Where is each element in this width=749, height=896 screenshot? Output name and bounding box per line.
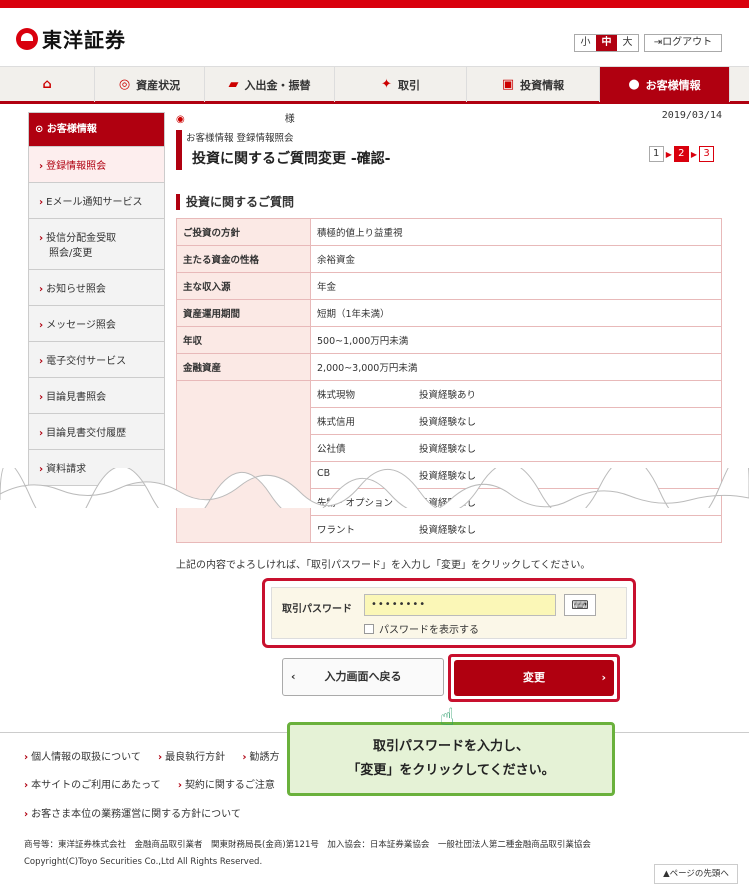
password-panel: 取引パスワード •••••••• ⌨ パスワードを表示する — [271, 587, 627, 639]
font-size-large[interactable]: 大 — [617, 35, 638, 51]
breadcrumb: お客様情報 登録情報照会 — [186, 133, 294, 144]
step-2: 2 — [673, 146, 689, 162]
logo-text: 東洋証券 — [42, 28, 126, 52]
nav-label: 入出金・振替 — [244, 78, 311, 92]
table-row: 株式現物 投資経験あり — [176, 380, 722, 543]
submit-button[interactable]: 変更 › — [454, 660, 614, 696]
chevron-right-icon: › — [601, 671, 606, 684]
nav-label: お客様情報 — [645, 78, 701, 92]
nav-label: 資産状況 — [136, 78, 181, 92]
nav-label: 投資情報 — [520, 78, 565, 92]
password-label: 取引パスワード — [282, 604, 352, 615]
keyboard-icon[interactable]: ⌨ — [564, 594, 596, 616]
sidebar-item-prospectus[interactable]: › 目論見書照会 — [29, 377, 164, 413]
nav-assets[interactable]: ◎ 資産状況 — [95, 67, 205, 102]
nav-customer-info[interactable]: ● お客様情報 — [600, 67, 730, 102]
checkbox[interactable] — [364, 624, 374, 634]
back-button[interactable]: ‹ 入力画面へ戻る — [282, 658, 444, 696]
instruction-callout: 取引パスワードを入力し、 「変更」をクリックしてください。 — [287, 722, 615, 796]
pointer-hand-icon: ☝ — [440, 703, 455, 731]
company-info: 商号等：東洋証券株式会社 金融商品取引業者 関東財務局長(金商)第121号 加入… — [24, 840, 591, 850]
table-row: ご投資の方針 積極的値上り益重視 — [176, 218, 722, 246]
footer-link[interactable]: 契約に関するご注意 — [185, 780, 275, 791]
table-row: 金融資産 2,000~3,000万円未満 — [176, 353, 722, 381]
nav-trade[interactable]: ✦ 取引 — [335, 67, 467, 102]
footer-links-row1: › 個人情報の取扱について › 最良執行方針 › 勧誘方 — [24, 752, 280, 763]
font-size-switcher: 小 中 大 — [574, 34, 639, 52]
sidebar-title: ⊙ お客様情報 — [29, 113, 164, 146]
page-title: 投資に関するご質問変更 -確認- — [192, 151, 391, 167]
nav-invest-info[interactable]: ▣ 投資情報 — [467, 67, 600, 102]
top-accent-bar — [0, 0, 749, 8]
nav-deposit[interactable]: ▰ 入出金・振替 — [205, 67, 335, 102]
logo[interactable]: 東洋証券 — [16, 24, 126, 53]
sidebar-item-notices[interactable]: › お知らせ照会 — [29, 269, 164, 305]
sidebar-item-registration[interactable]: › 登録情報照会 — [29, 146, 164, 182]
font-size-medium[interactable]: 中 — [596, 35, 617, 51]
sidebar-item-e-delivery[interactable]: › 電子交付サービス — [29, 341, 164, 377]
nav-label: 取引 — [397, 78, 420, 92]
logo-mark-icon — [16, 27, 38, 50]
chevron-left-icon: ‹ — [291, 670, 296, 683]
user-line: ◉ 様 — [176, 114, 295, 125]
step-1: 1 — [648, 146, 664, 162]
password-highlight: 取引パスワード •••••••• ⌨ パスワードを表示する — [262, 578, 636, 648]
sidebar-item-prospectus-history[interactable]: › 目論見書交付履歴 — [29, 413, 164, 449]
section-title: 投資に関するご質問 — [176, 194, 294, 210]
header: 東洋証券 小 中 大 ⇥ログアウト — [0, 8, 749, 66]
wallet-icon: ▰ — [228, 77, 239, 92]
table-row: 主な収入源 年金 — [176, 272, 722, 300]
home-icon: ⌂ — [42, 77, 52, 92]
submit-highlight: 変更 › — [448, 654, 620, 702]
user-icon: ● — [628, 77, 640, 92]
footer-link[interactable]: 本サイトのご利用にあたって — [31, 780, 161, 791]
handshake-icon: ✦ — [381, 77, 392, 92]
table-row: 年収 500~1,000万円未満 — [176, 326, 722, 354]
coins-icon: ◎ — [118, 77, 131, 92]
footer-links-row3: › お客さま本位の業務運営に関する方針について — [24, 809, 241, 820]
sidebar-item-email[interactable]: › Eメール通知サービス — [29, 182, 164, 218]
footer-links-row2: › 本サイトのご利用にあたって › 契約に関するご注意 — [24, 780, 275, 791]
footer-link[interactable]: 最良執行方針 — [165, 752, 225, 763]
title-accent — [176, 130, 182, 170]
step-indicator: 1 ▶ 2 ▶ 3 — [648, 146, 714, 162]
global-nav: ⌂ ◎ 資産状況 ▰ 入出金・振替 ✦ 取引 ▣ 投資情報 ● お客様情報 — [0, 66, 749, 104]
torn-edge-decoration — [0, 468, 749, 508]
password-input[interactable]: •••••••• — [364, 594, 556, 616]
user-icon: ◉ — [176, 114, 185, 125]
date: 2019/03/14 — [661, 110, 722, 121]
table-row: 資産運用期間 短期（1年未満） — [176, 299, 722, 327]
callout-line2: 「変更」をクリックしてください。 — [347, 763, 555, 778]
step-3: 3 — [699, 146, 714, 162]
sidebar: ⊙ お客様情報 › 登録情報照会 › Eメール通知サービス › 投信分配金受取 照会/… — [28, 112, 165, 486]
footer-link[interactable]: お客さま本位の業務運営に関する方針について — [31, 809, 241, 820]
sidebar-item-messages[interactable]: › メッセージ照会 — [29, 305, 164, 341]
logout-button[interactable]: ⇥ログアウト — [644, 34, 722, 52]
nav-home[interactable]: ⌂ — [0, 67, 95, 102]
show-password-toggle[interactable]: パスワードを表示する — [364, 621, 479, 636]
sidebar-item-dividends[interactable]: › 投信分配金受取 照会/変更 — [29, 218, 164, 269]
footer-link[interactable]: 勧誘方 — [249, 752, 279, 763]
font-size-small[interactable]: 小 — [575, 35, 596, 51]
callout-line1: 取引パスワードを入力し、 — [372, 739, 529, 754]
copyright: Copyright(C)Toyo Securities Co.,Ltd All … — [24, 857, 263, 867]
footer-link[interactable]: 個人情報の取扱について — [31, 752, 141, 763]
instruction-note: 上記の内容でよろしければ、「取引パスワード」を入力し「変更」をクリックしてくださ… — [176, 560, 591, 571]
chart-icon: ▣ — [501, 77, 515, 92]
table-row: 主たる資金の性格 余裕資金 — [176, 245, 722, 273]
back-to-top-button[interactable]: ▲ページの先頭へ — [654, 864, 738, 884]
